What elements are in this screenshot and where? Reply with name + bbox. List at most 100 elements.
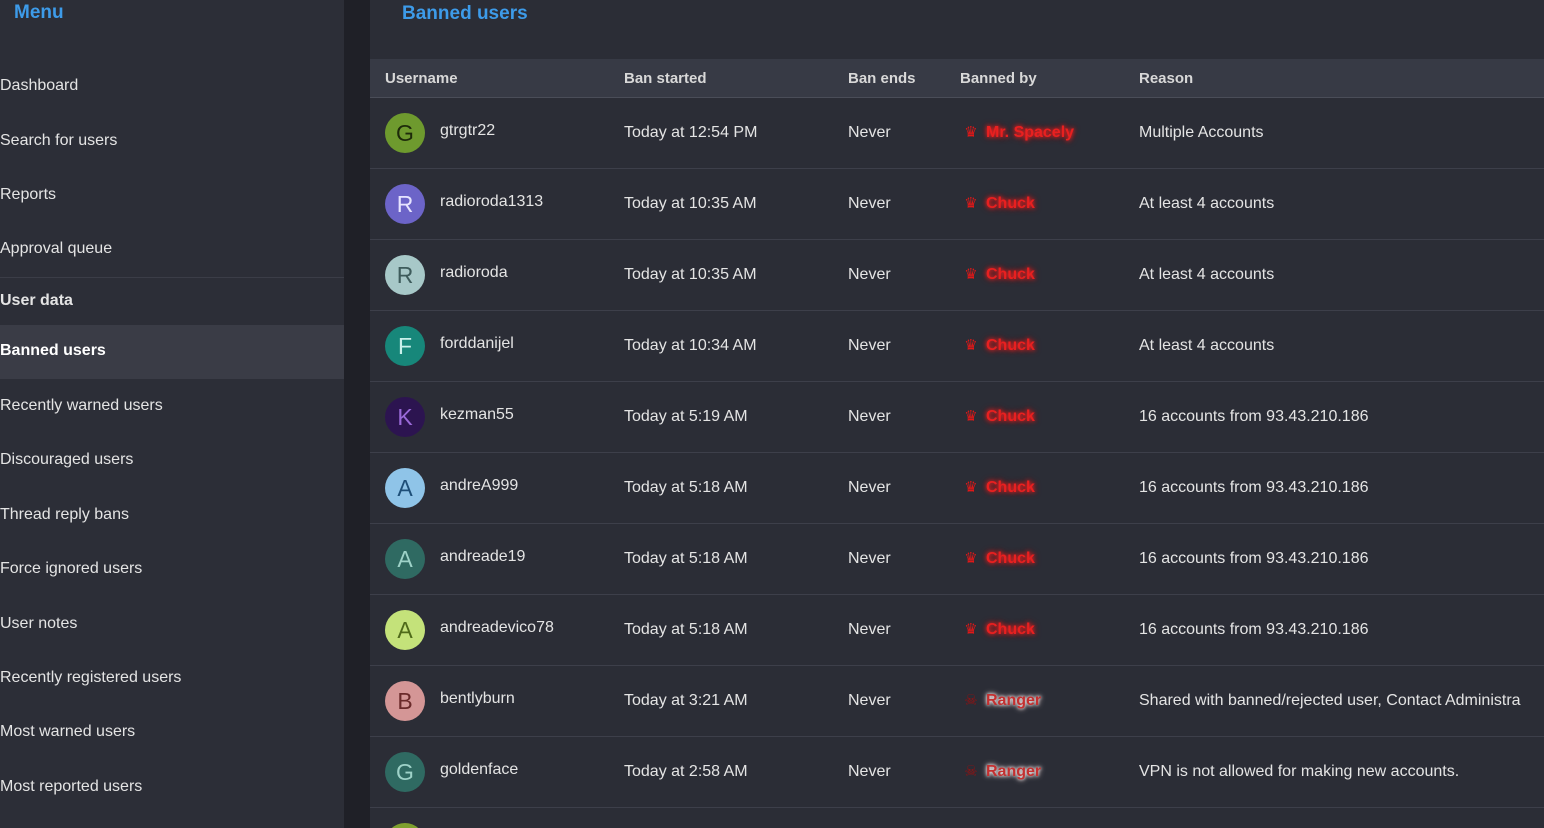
username-link[interactable]: radioroda <box>440 264 508 282</box>
table-header: Username Ban started Ban ends Banned by … <box>370 59 1544 98</box>
sidebar-item-thread-reply-bans[interactable]: Thread reply bans <box>0 505 344 525</box>
ban-started: Today at 10:35 AM <box>624 266 757 283</box>
ban-reason: At least 4 accounts <box>1139 337 1275 354</box>
table-row[interactable]: Ggoldenface Today at 2:58 AM Never ☠ Ranger V… <box>370 737 1544 808</box>
ban-reason: At least 4 accounts <box>1139 195 1275 212</box>
avatar[interactable]: R <box>385 184 425 224</box>
column-header-reason[interactable]: Reason <box>1139 70 1193 87</box>
ban-started: Today at 10:35 AM <box>624 195 757 212</box>
avatar[interactable]: G <box>385 113 425 153</box>
sidebar-item-banned-users[interactable]: Banned users <box>0 325 344 379</box>
active-item-label: Banned users <box>0 342 106 359</box>
ban-ends: Never <box>848 195 891 212</box>
username-link[interactable]: forddanijel <box>440 335 514 353</box>
ban-ends: Never <box>848 550 891 567</box>
avatar[interactable]: B <box>385 681 425 721</box>
banned-by[interactable]: ♛ Chuck <box>960 336 1035 355</box>
ban-ends: Never <box>848 266 891 283</box>
banned-by[interactable]: ☠ Ranger <box>960 762 1041 781</box>
ban-ends: Never <box>848 337 891 354</box>
username-link[interactable]: andreade19 <box>440 548 525 566</box>
page-title: Banned users <box>402 3 528 24</box>
table-row[interactable]: Ggtrgtr22 Today at 12:54 PM Never ♛ Mr. Spac… <box>370 98 1544 169</box>
sidebar-item-discouraged[interactable]: Discouraged users <box>0 450 344 470</box>
column-header-ban-started[interactable]: Ban started <box>624 70 707 87</box>
sidebar-item-search-users[interactable]: Search for users <box>0 131 344 151</box>
ban-ends: Never <box>848 692 891 709</box>
table-row[interactable]: Bbentlyburn Today at 3:21 AM Never ☠ Ranger S… <box>370 666 1544 737</box>
username-link[interactable]: goldenface <box>440 761 518 779</box>
crown-icon: ♛ <box>964 266 978 283</box>
ban-started: Today at 5:18 AM <box>624 479 748 496</box>
banned-by-name[interactable]: Ranger <box>986 692 1041 709</box>
column-header-ban-ends[interactable]: Ban ends <box>848 70 916 87</box>
banned-by-name[interactable]: Chuck <box>986 479 1035 496</box>
banned-by[interactable]: ♛ Chuck <box>960 407 1035 426</box>
banned-by[interactable]: ♛ Chuck <box>960 549 1035 568</box>
sidebar-item-force-ignored[interactable]: Force ignored users <box>0 559 344 579</box>
banned-by[interactable]: ♛ Chuck <box>960 265 1035 284</box>
table-row[interactable]: Fforddanijel Today at 10:34 AM Never ♛ Chuck… <box>370 311 1544 382</box>
crown-icon: ♛ <box>964 337 978 354</box>
banned-by-name[interactable]: Chuck <box>986 550 1035 567</box>
banned-by-name[interactable]: Chuck <box>986 408 1035 425</box>
avatar[interactable]: R <box>385 255 425 295</box>
username-link[interactable]: andreadevico78 <box>440 619 554 637</box>
skull-icon: ☠ <box>964 763 978 780</box>
table-row[interactable]: AandreA999 Today at 5:18 AM Never ♛ Chuck 16 … <box>370 453 1544 524</box>
avatar[interactable] <box>385 823 425 828</box>
avatar[interactable]: F <box>385 326 425 366</box>
ban-started: Today at 5:18 AM <box>624 621 748 638</box>
avatar[interactable]: G <box>385 752 425 792</box>
sidebar-gutter <box>344 0 370 828</box>
crown-icon: ♛ <box>964 195 978 212</box>
table-row[interactable] <box>370 808 1544 828</box>
banned-by[interactable]: ♛ Chuck <box>960 194 1035 213</box>
table-row[interactable]: Aandreade19 Today at 5:18 AM Never ♛ Chuck 16… <box>370 524 1544 595</box>
table-row[interactable]: Rradioroda Today at 10:35 AM Never ♛ Chuck At… <box>370 240 1544 311</box>
sidebar-item-reports[interactable]: Reports <box>0 185 344 205</box>
banned-by[interactable]: ♛ Mr. Spacely <box>960 123 1074 142</box>
sidebar-item-recently-warned[interactable]: Recently warned users <box>0 396 344 416</box>
ban-reason: At least 4 accounts <box>1139 266 1275 283</box>
username-link[interactable]: bentlyburn <box>440 690 515 708</box>
banned-by[interactable]: ♛ Chuck <box>960 620 1035 639</box>
ban-started: Today at 5:19 AM <box>624 408 748 425</box>
table-row[interactable]: Rradioroda1313 Today at 10:35 AM Never ♛ Chu… <box>370 169 1544 240</box>
sidebar-item-approval-queue[interactable]: Approval queue <box>0 239 344 259</box>
avatar[interactable]: A <box>385 468 425 508</box>
banned-by-name[interactable]: Chuck <box>986 337 1035 354</box>
column-header-banned-by[interactable]: Banned by <box>960 70 1037 87</box>
username-link[interactable]: radioroda1313 <box>440 193 543 211</box>
skull-icon: ☠ <box>964 692 978 709</box>
banned-by-name[interactable]: Chuck <box>986 195 1035 212</box>
ban-ends: Never <box>848 479 891 496</box>
sidebar-item-recently-registered[interactable]: Recently registered users <box>0 668 344 688</box>
banned-by-name[interactable]: Mr. Spacely <box>986 124 1074 141</box>
sidebar-section-user-data[interactable]: User data <box>0 277 344 325</box>
username-link[interactable]: kezman55 <box>440 406 514 424</box>
banned-by-name[interactable]: Ranger <box>986 763 1041 780</box>
username-link[interactable]: andreA999 <box>440 477 518 495</box>
avatar[interactable]: A <box>385 539 425 579</box>
sidebar: Menu Dashboard Search for users Reports … <box>0 0 344 828</box>
ban-started: Today at 10:34 AM <box>624 337 757 354</box>
table-row[interactable]: Aandreadevico78 Today at 5:18 AM Never ♛ Chu… <box>370 595 1544 666</box>
banned-by-name[interactable]: Chuck <box>986 621 1035 638</box>
username-link[interactable]: gtrgtr22 <box>440 122 495 140</box>
avatar[interactable]: K <box>385 397 425 437</box>
banned-by-name[interactable]: Chuck <box>986 266 1035 283</box>
crown-icon: ♛ <box>964 408 978 425</box>
banned-by[interactable]: ☠ Ranger <box>960 691 1041 710</box>
sidebar-item-user-notes[interactable]: User notes <box>0 614 344 634</box>
table-row[interactable]: Kkezman55 Today at 5:19 AM Never ♛ Chuck 16 a… <box>370 382 1544 453</box>
avatar[interactable]: A <box>385 610 425 650</box>
sidebar-item-most-warned[interactable]: Most warned users <box>0 722 344 742</box>
sidebar-item-most-reported[interactable]: Most reported users <box>0 777 344 797</box>
banned-by[interactable]: ♛ Chuck <box>960 478 1035 497</box>
crown-icon: ♛ <box>964 550 978 567</box>
ban-reason: 16 accounts from 93.43.210.186 <box>1139 550 1369 567</box>
ban-ends: Never <box>848 621 891 638</box>
sidebar-item-dashboard[interactable]: Dashboard <box>0 76 344 96</box>
column-header-username[interactable]: Username <box>385 70 458 87</box>
